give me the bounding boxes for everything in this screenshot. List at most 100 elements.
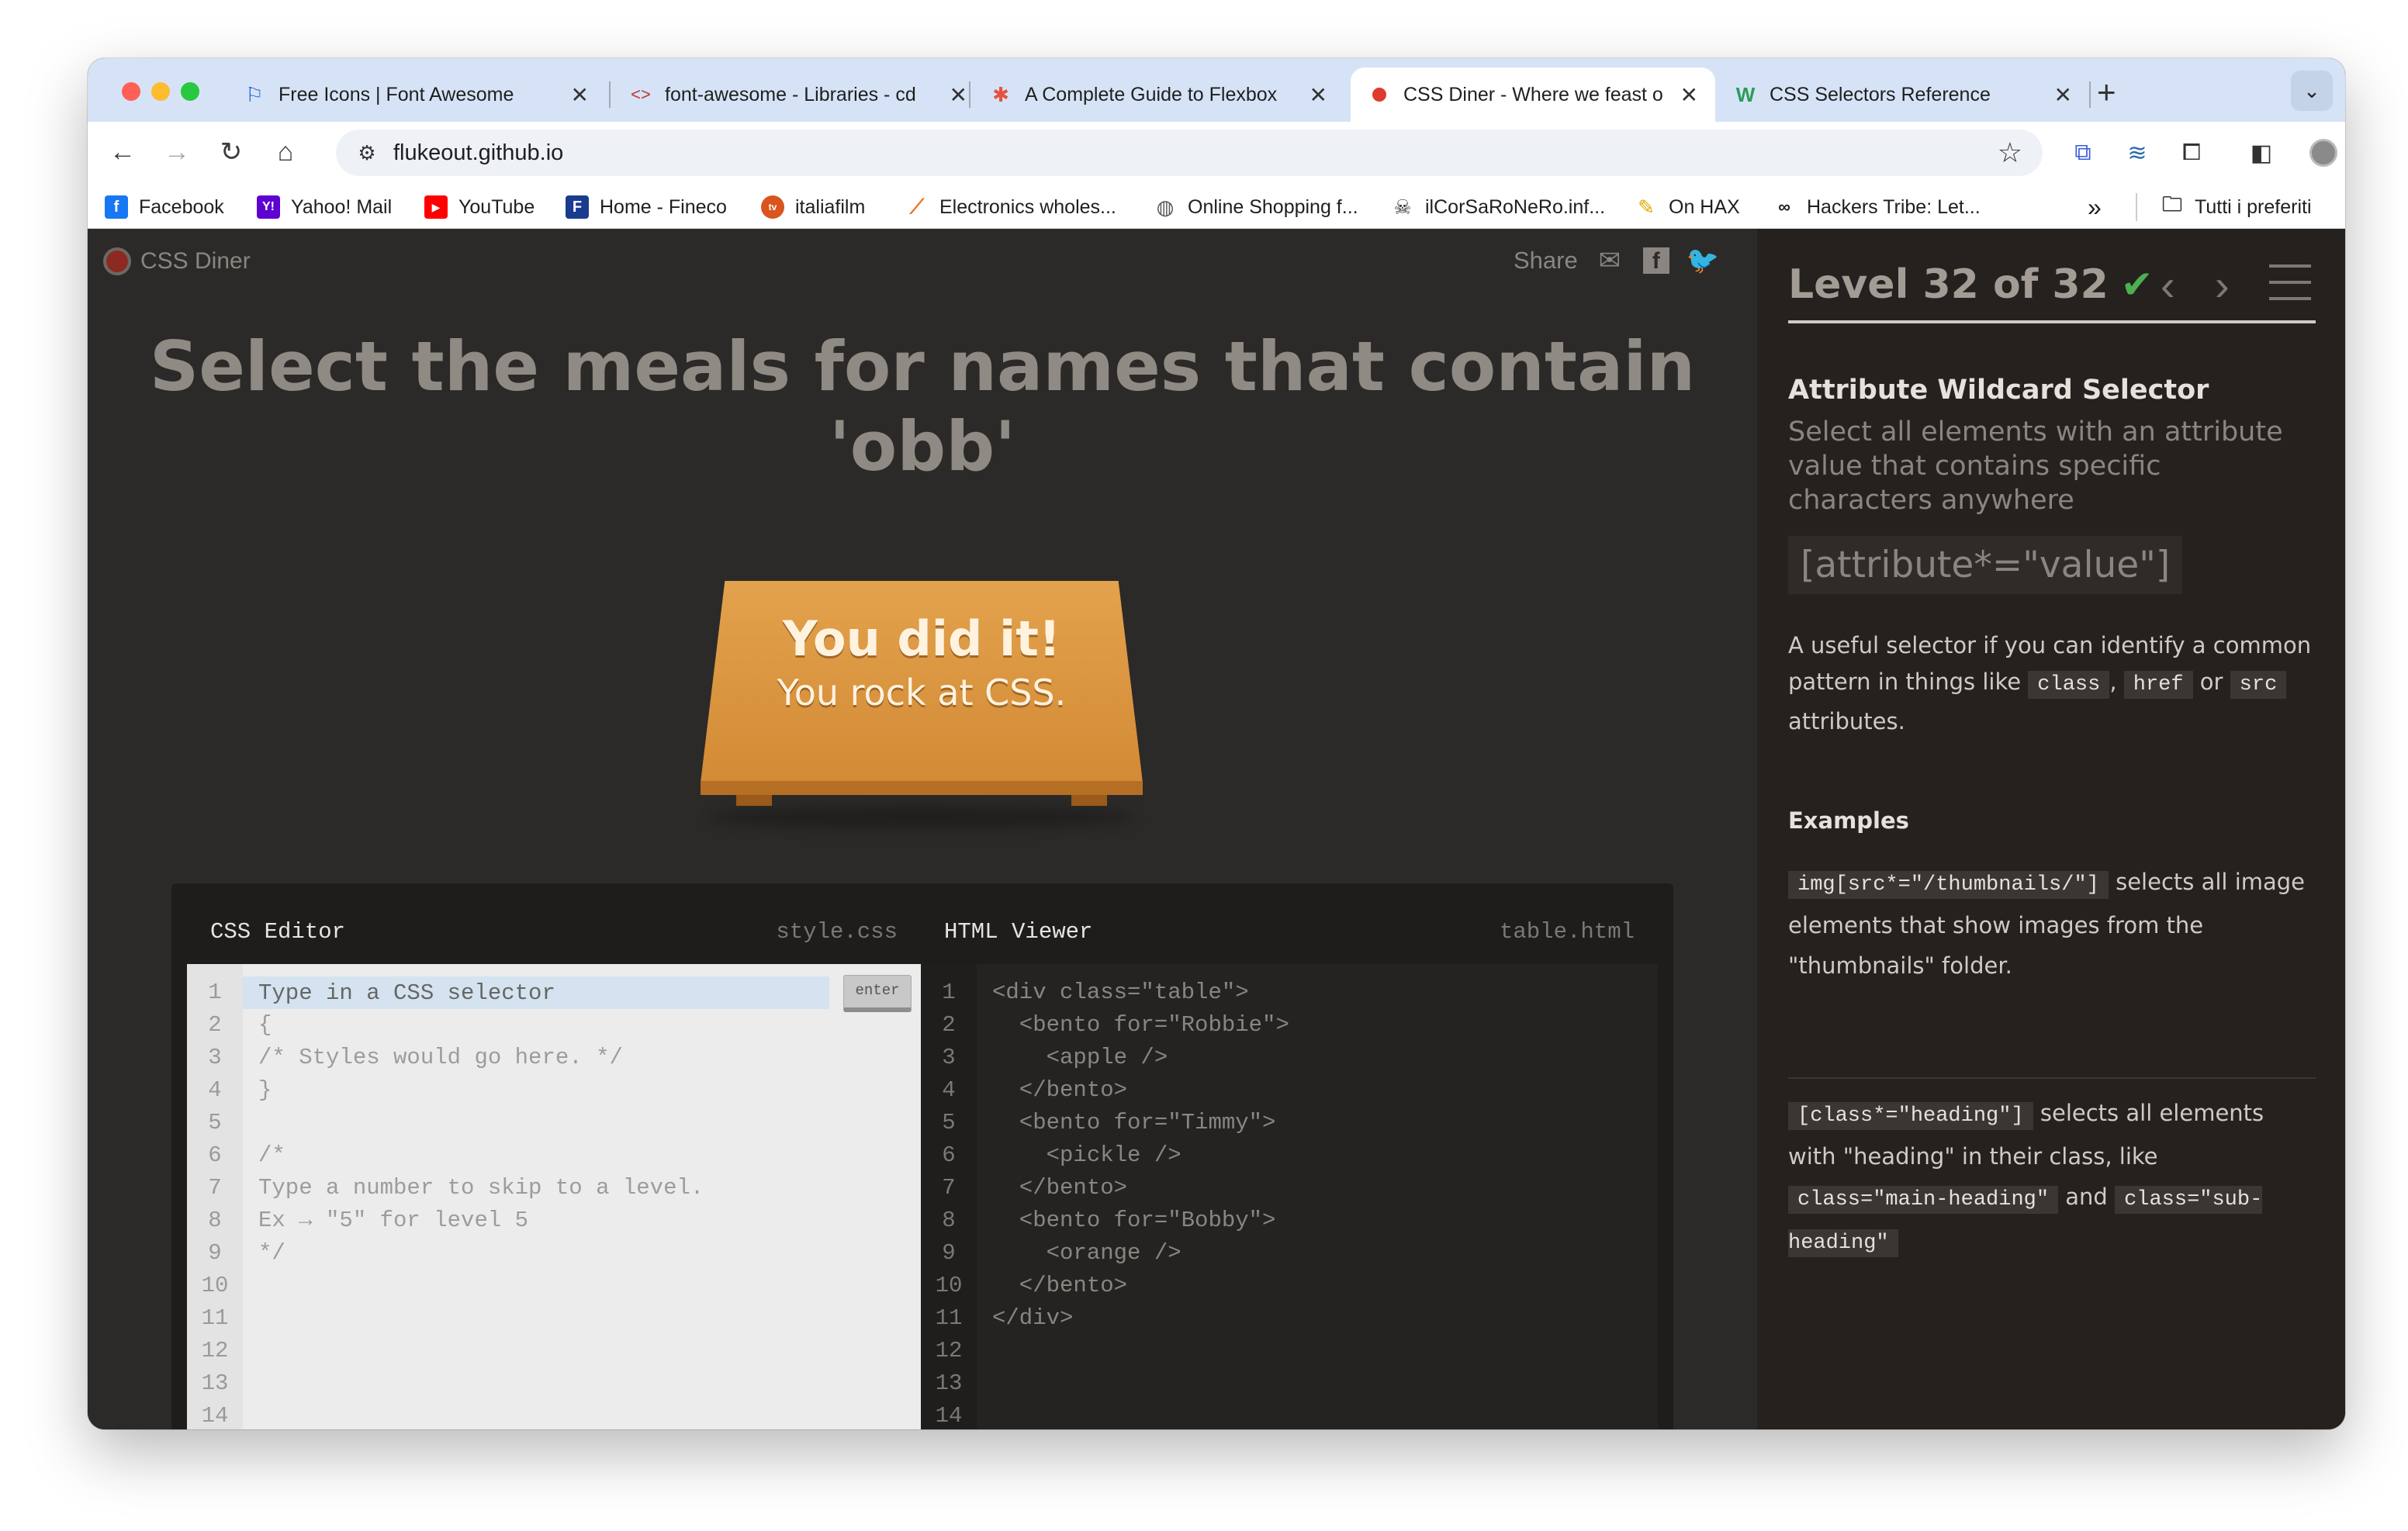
line-numbers: 1 2 3 4 5 6 7 8 9 10 11 12 13 14 15 16: [187, 964, 243, 1429]
level-indicator: Level 32 of 32: [1788, 261, 2109, 308]
twitter-icon[interactable]: 🐦: [1687, 246, 1719, 275]
selector-description: Select all elements with an attribute va…: [1788, 416, 2283, 516]
table-edge: [701, 781, 1143, 795]
reload-icon: ↻: [220, 137, 243, 167]
table-shadow: [708, 806, 1135, 829]
bookmark-ilcorsaronero[interactable]: ☠ ilCorSaRoNeRo.inf...: [1391, 192, 1605, 223]
flag-icon: ⚐: [245, 82, 264, 106]
close-icon[interactable]: ✕: [950, 82, 967, 108]
tab-separator: [609, 81, 611, 108]
globe-icon: ◍: [1156, 195, 1175, 219]
level-instruction: Select the meals for names that contain …: [149, 327, 1696, 486]
bookmark-electronics[interactable]: ⟋ Electronics wholes...: [905, 192, 1116, 223]
close-icon[interactable]: ✕: [571, 82, 589, 108]
previous-level-button[interactable]: ‹: [2161, 260, 2175, 310]
bookmark-label: Hackers Tribe: Let...: [1807, 195, 1981, 218]
skull-icon: ☠: [1393, 195, 1412, 219]
selector-input-wrapper: [243, 976, 829, 1009]
bookmark-fineco[interactable]: F Home - Fineco: [566, 192, 727, 223]
browser-toolbar: ← → ↻ ⌂ ⚙ flukeout.github.io ☆ ⧉ ≋ ⧠ ◧ ⋮: [88, 122, 2345, 184]
email-icon[interactable]: ✉: [1595, 246, 1624, 275]
level-progress-bar: [1788, 320, 2316, 323]
tab-title: CSS Selectors Reference: [1770, 83, 1991, 105]
bookmark-star-icon[interactable]: ☆: [1998, 137, 2022, 169]
home-button[interactable]: ⌂: [266, 133, 305, 171]
level-header: Level 32 of 32 ✔: [1788, 261, 2154, 308]
win-subtitle: You rock at CSS.: [777, 672, 1067, 714]
table-leg: [1071, 795, 1107, 806]
tab-title: Free Icons | Font Awesome: [279, 83, 514, 105]
bookmark-online-shopping[interactable]: ◍ Online Shopping f...: [1154, 192, 1358, 223]
tab-css-selectors-reference[interactable]: W CSS Selectors Reference ✕: [1717, 67, 2089, 122]
bookmark-label: On HAX: [1669, 195, 1740, 218]
arrow-left-icon: ←: [109, 137, 136, 167]
more-bookmarks-button[interactable]: »: [2088, 192, 2102, 223]
bookmark-youtube[interactable]: ▶ YouTube: [424, 192, 535, 223]
bookmark-label: ilCorSaRoNeRo.inf...: [1425, 195, 1606, 218]
chevron-down-icon: ⌄: [2303, 78, 2320, 102]
level-menu-button[interactable]: [2269, 264, 2311, 300]
code-icon: <>: [631, 85, 651, 104]
back-button[interactable]: ←: [103, 133, 142, 171]
game-area: CSS Diner Share ✉ f 🐦 Select the meals f…: [88, 229, 1757, 1429]
all-bookmarks-folder[interactable]: 🗀 Tutti i preferiti: [2161, 192, 2312, 223]
selector-hint: A useful selector if you can identify a …: [1788, 627, 2316, 740]
close-icon[interactable]: ✕: [1680, 82, 1698, 108]
address-bar[interactable]: ⚙ flukeout.github.io ☆: [336, 130, 2043, 176]
glasses-icon: ∞: [1778, 197, 1790, 216]
maximize-window-button[interactable]: [181, 82, 199, 101]
bookmarks-separator: [2136, 193, 2137, 221]
close-window-button[interactable]: [122, 82, 140, 101]
minimize-window-button[interactable]: [151, 82, 170, 101]
tab-flexbox-guide[interactable]: ✱ A Complete Guide to Flexbox ✕: [972, 67, 1344, 122]
next-level-button[interactable]: ›: [2215, 260, 2230, 310]
forward-button[interactable]: →: [157, 133, 196, 171]
bookmark-on-hax[interactable]: ✎ On HAX: [1635, 192, 1740, 223]
site-settings-icon[interactable]: ⚙: [351, 137, 382, 168]
hint-separator: ,: [2109, 669, 2117, 695]
example-code: class="main-heading": [1788, 1186, 2059, 1214]
bookmark-label: Facebook: [139, 195, 224, 218]
html-viewer-filename: table.html: [1499, 918, 1635, 945]
bookmark-label: italiafilm: [795, 195, 866, 218]
bookmark-italiafilm[interactable]: tv italiafilm: [761, 192, 865, 223]
site-logo[interactable]: CSS Diner: [103, 247, 251, 275]
tab-font-awesome-libraries[interactable]: <> font-awesome - Libraries - cd ✕: [612, 67, 984, 122]
close-icon[interactable]: ✕: [1310, 82, 1327, 108]
tab-search-button[interactable]: ⌄: [2291, 71, 2333, 111]
extension-crop-icon[interactable]: ⧉: [2066, 136, 2100, 170]
win-title: You did it!: [782, 610, 1061, 667]
facebook-icon[interactable]: f: [1642, 246, 1671, 275]
editor-frame: CSS Editor style.css HTML Viewer table.h…: [171, 883, 1673, 1429]
tab-css-diner[interactable]: CSS Diner - Where we feast o ✕: [1351, 67, 1715, 122]
tab-separator: [2089, 81, 2091, 108]
examples-title: Examples: [1788, 807, 1909, 834]
bookmark-label: Yahoo! Mail: [291, 195, 393, 218]
fineco-icon: F: [566, 195, 589, 219]
folder-icon: 🗀: [2161, 192, 2182, 216]
side-panel-icon[interactable]: ◧: [2244, 136, 2278, 170]
html-viewer-header: HTML Viewer table.html: [921, 899, 1658, 964]
reload-button[interactable]: ↻: [212, 133, 251, 171]
extension-layers-icon[interactable]: ≋: [2120, 136, 2154, 170]
bookmark-yahoo-mail[interactable]: Y! Yahoo! Mail: [257, 192, 392, 223]
bookmark-facebook[interactable]: f Facebook: [105, 192, 224, 223]
asterisk-icon: ✱: [992, 82, 1009, 106]
close-icon[interactable]: ✕: [2054, 82, 2072, 108]
hint-separator: or: [2199, 669, 2223, 695]
profile-avatar-icon[interactable]: [2306, 136, 2341, 170]
bookmark-hackers-tribe[interactable]: ∞ Hackers Tribe: Let...: [1773, 192, 1981, 223]
facebook-icon: f: [105, 195, 128, 219]
extensions-puzzle-icon[interactable]: ⧠: [2174, 136, 2209, 170]
enter-button[interactable]: enter: [843, 975, 912, 1012]
css-editor-title: CSS Editor: [210, 918, 346, 945]
tab-font-awesome-icons[interactable]: ⚐ Free Icons | Font Awesome ✕: [226, 67, 606, 122]
electronics-icon: ⟋: [909, 195, 925, 218]
url-text[interactable]: flukeout.github.io: [393, 140, 563, 166]
home-icon: ⌂: [277, 137, 294, 167]
new-tab-button[interactable]: +: [2097, 74, 2116, 111]
bookmark-label: Online Shopping f...: [1188, 195, 1358, 218]
css-editor-header: CSS Editor style.css: [187, 899, 921, 964]
css-selector-input[interactable]: [243, 976, 829, 1009]
page-content: CSS Diner Share ✉ f 🐦 Select the meals f…: [88, 229, 2345, 1429]
